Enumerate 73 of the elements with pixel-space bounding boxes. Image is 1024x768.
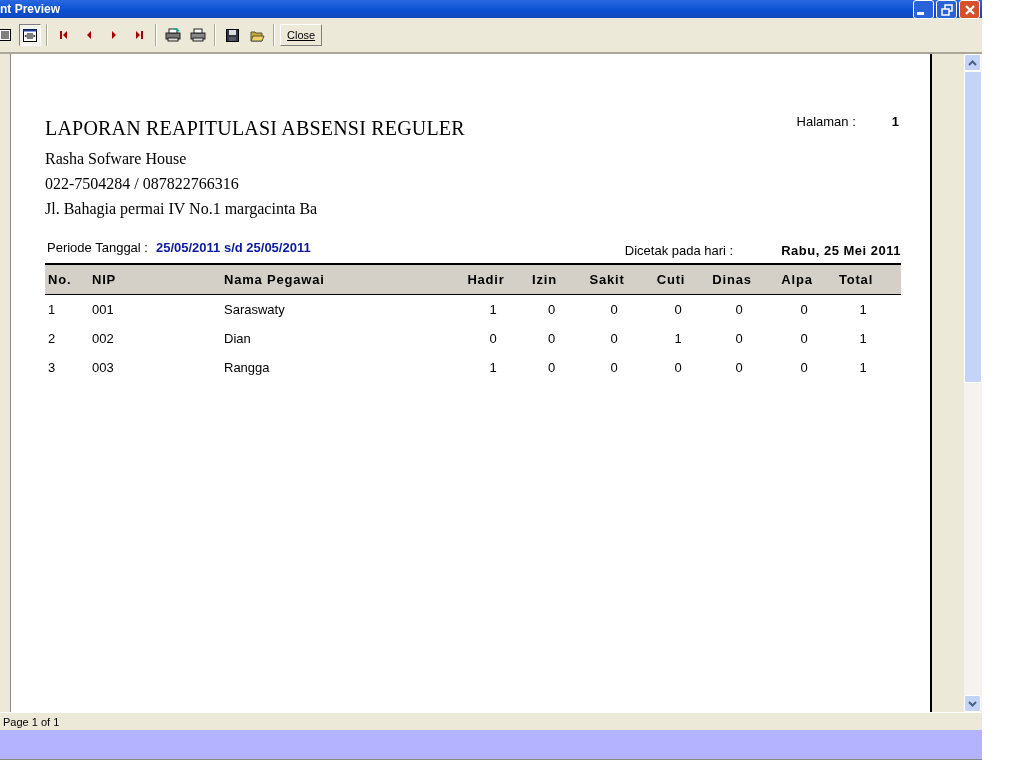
- window-title: nt Preview: [0, 2, 61, 16]
- table-cell-text: 0: [609, 360, 619, 375]
- table-cell-text: 0: [546, 331, 557, 346]
- table-cell-text: 0: [799, 302, 809, 317]
- printed-date: Rabu, 25 Mei 2011: [781, 243, 901, 258]
- period-value: 25/05/2011 s/d 25/05/2011: [155, 240, 311, 255]
- table-cell-text: Rangga: [223, 360, 271, 375]
- column-header: Sakit: [588, 272, 626, 287]
- column-header: Cuti: [655, 272, 687, 287]
- column-header: Hadir: [466, 272, 506, 287]
- chevron-up-icon: [968, 59, 977, 66]
- vertical-scrollbar[interactable]: [964, 54, 982, 712]
- minimize-icon: [917, 12, 924, 15]
- table-cell-text: 3: [47, 360, 57, 375]
- column-header: Total: [837, 272, 875, 287]
- table-cell-text: 0: [673, 360, 683, 375]
- first-page-icon: [59, 30, 69, 40]
- fit-width-icon: [23, 28, 37, 42]
- column-header: NIP: [91, 272, 118, 287]
- printed-label: Dicetak pada hari :: [624, 243, 734, 258]
- column-header: Alpa: [780, 272, 814, 287]
- folder-icon: [249, 28, 265, 42]
- table-cell-text: 1: [858, 360, 868, 375]
- page-number: 1: [891, 114, 899, 131]
- table-cell-text: 1: [858, 302, 868, 317]
- minimize-button[interactable]: [913, 0, 934, 19]
- table-cell-text: 0: [799, 331, 809, 346]
- printer-icon: [165, 28, 181, 42]
- close-window-button[interactable]: [959, 0, 980, 19]
- company-info: Rasha Sofware House: [45, 149, 188, 169]
- company-info: Jl. Bahagia permai IV No.1 margacinta Ba: [45, 199, 319, 220]
- table-cell-text: 0: [799, 360, 809, 375]
- table-cell-text: 1: [488, 302, 498, 317]
- page-label: Halaman :: [796, 114, 856, 131]
- table-cell-text: 1: [858, 331, 868, 346]
- table-cell-text: 003: [91, 360, 115, 375]
- close-button[interactable]: Close: [280, 24, 323, 46]
- table-cell-text: Dian: [223, 331, 252, 346]
- table-cell-text: 0: [609, 331, 619, 346]
- scroll-up-button[interactable]: [964, 54, 981, 71]
- table-cell-text: 0: [734, 302, 744, 317]
- scroll-thumb[interactable]: [964, 71, 982, 383]
- table-cell-text: 2: [47, 331, 57, 346]
- last-page-icon: [134, 30, 144, 40]
- column-header: Nama Pegawai: [223, 272, 326, 287]
- restore-icon: [940, 3, 953, 16]
- period-label: Periode Tanggal :: [47, 240, 148, 255]
- column-header: Dinas: [711, 272, 753, 287]
- chevron-down-icon: [968, 700, 977, 707]
- table-cell-text: 0: [734, 331, 744, 346]
- report-title: LAPORAN REAPITULASI ABSENSI REGULER: [45, 117, 465, 140]
- table-cell-text: 1: [47, 302, 57, 317]
- table-cell-text: 0: [488, 331, 498, 346]
- table-cell-text: 1: [488, 360, 498, 375]
- table-cell-text: 002: [91, 331, 115, 346]
- fit-width-button[interactable]: [19, 24, 41, 46]
- scroll-down-button[interactable]: [964, 695, 981, 712]
- company-info: 022-7504284 / 087822766316: [45, 174, 240, 194]
- table-cell-text: 1: [673, 331, 683, 346]
- next-icon: [109, 30, 119, 40]
- printer-icon: [190, 28, 206, 42]
- table-cell-text: 001: [91, 302, 115, 317]
- table-cell-text: 0: [673, 302, 683, 317]
- table-cell-text: 0: [546, 360, 557, 375]
- table-cell-text: 0: [546, 302, 557, 317]
- column-header: No.: [47, 272, 73, 287]
- page-count: Page 1 of 1: [3, 715, 60, 728]
- close-icon: [963, 3, 976, 16]
- table-cell-text: 0: [734, 360, 744, 375]
- table-cell-text: Saraswaty: [223, 302, 286, 317]
- restore-button[interactable]: [936, 0, 957, 19]
- table-cell-text: 0: [609, 302, 619, 317]
- column-header: Izin: [531, 272, 558, 287]
